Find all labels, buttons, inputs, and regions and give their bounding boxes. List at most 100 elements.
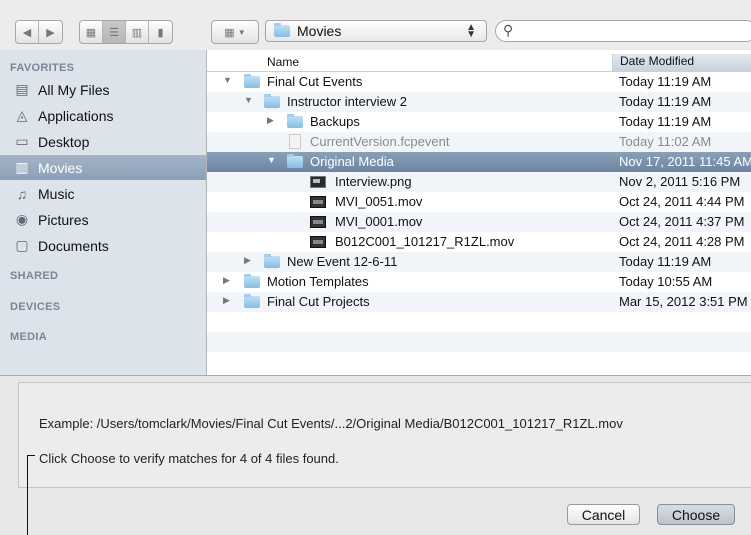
arrange-icon: ▦ [224, 26, 235, 39]
sidebar-item-all-my-files[interactable]: ▤ All My Files [0, 77, 206, 102]
sidebar-item-desktop[interactable]: ▭ Desktop [0, 129, 206, 154]
list-item[interactable]: ▶ New Event 12-6-11 Today 11:19 AM [207, 252, 751, 272]
sidebar-item-music[interactable]: ♫ Music [0, 181, 206, 206]
applications-icon: ◬ [16, 107, 28, 123]
sidebar: FAVORITES ▤ All My Files ◬ Applications … [0, 50, 207, 375]
disclosure-open-icon[interactable]: ▼ [267, 155, 276, 165]
disclosure-closed-icon[interactable]: ▶ [244, 255, 251, 266]
sidebar-heading-shared[interactable]: SHARED [10, 270, 58, 282]
list-item[interactable]: ▶ Motion Templates Today 10:55 AM [207, 272, 751, 292]
search-field[interactable]: ⚲ [495, 20, 751, 42]
example-path-text: Example: /Users/tomclark/Movies/Final Cu… [39, 416, 623, 431]
movie-file-icon [310, 235, 326, 248]
list-item[interactable]: ▶ Final Cut Projects Mar 15, 2012 3:51 P… [207, 292, 751, 312]
item-name: CurrentVersion.fcpevent [310, 134, 450, 149]
sidebar-item-label: Applications [38, 107, 114, 124]
folder-icon [264, 93, 280, 108]
list-item[interactable]: MVI_0001.mov Oct 24, 2011 4:37 PM [207, 212, 751, 232]
item-date: Oct 24, 2011 4:28 PM [619, 234, 745, 249]
sidebar-item-pictures[interactable]: ◉ Pictures [0, 207, 206, 232]
search-icon: ⚲ [503, 22, 514, 38]
list-item[interactable]: ▶ Backups Today 11:19 AM [207, 112, 751, 132]
path-popup[interactable]: Movies ▲ ▼ [265, 20, 487, 42]
path-label: Movies [297, 23, 342, 39]
movie-file-icon [310, 195, 326, 208]
item-date: Oct 24, 2011 4:44 PM [619, 194, 745, 209]
choose-button[interactable]: Choose [657, 504, 735, 525]
column-header: Name Date Modified [207, 54, 751, 72]
movie-file-icon [310, 215, 326, 228]
list-item[interactable]: ▼ Original Media Nov 17, 2011 11:45 AM [207, 152, 751, 172]
sidebar-item-label: Documents [38, 237, 109, 254]
item-name: Final Cut Projects [267, 294, 370, 309]
list-empty-row [207, 312, 751, 332]
sidebar-item-documents[interactable]: ▢ Documents [0, 233, 206, 258]
disclosure-open-icon[interactable]: ▼ [244, 95, 253, 105]
arrange-button[interactable]: ▦ ▼ [212, 21, 258, 43]
item-date: Today 11:19 AM [619, 114, 712, 129]
forward-arrow-icon: ▶ [46, 26, 55, 39]
list-item[interactable]: CurrentVersion.fcpevent Today 11:02 AM [207, 132, 751, 152]
back-forward-buttons: ◀ ▶ [15, 20, 63, 44]
back-button[interactable]: ◀ [16, 21, 39, 43]
folder-icon [264, 253, 280, 268]
coverflow-view-button[interactable]: ▮ [149, 21, 172, 43]
forward-button[interactable]: ▶ [39, 21, 62, 43]
date-modified-column-header[interactable]: Date Modified [612, 54, 751, 71]
list-view-button[interactable]: ☰ [103, 21, 126, 43]
item-name: Interview.png [335, 174, 412, 189]
folder-icon [287, 153, 303, 168]
list-item[interactable]: B012C001_101217_R1ZL.mov Oct 24, 2011 4:… [207, 232, 751, 252]
list-item[interactable]: ▼ Final Cut Events Today 11:19 AM [207, 72, 751, 92]
sidebar-item-applications[interactable]: ◬ Applications [0, 103, 206, 128]
toolbar: ◀ ▶ ▦ ☰ ▥ ▮ ▦ ▼ Movies ▲ ▼ ⚲ [0, 0, 751, 50]
column-view-icon: ▥ [131, 26, 143, 39]
folder-icon [244, 73, 260, 88]
item-name: Final Cut Events [267, 74, 363, 89]
image-file-icon [310, 175, 326, 188]
arrange-button-group: ▦ ▼ [211, 20, 259, 44]
item-name: MVI_0001.mov [335, 214, 423, 229]
documents-icon: ▢ [15, 237, 29, 253]
sidebar-heading-media[interactable]: MEDIA [10, 331, 47, 343]
list-item[interactable]: Interview.png Nov 2, 2011 5:16 PM [207, 172, 751, 192]
updown-arrows-icon: ▲ ▼ [466, 22, 476, 40]
disclosure-closed-icon[interactable]: ▶ [267, 115, 274, 126]
sidebar-item-label: Music [38, 185, 75, 202]
back-arrow-icon: ◀ [22, 26, 32, 39]
icon-view-button[interactable]: ▦ [80, 21, 103, 43]
item-name: B012C001_101217_R1ZL.mov [335, 234, 515, 249]
list-empty-row [207, 352, 751, 372]
item-name: Backups [310, 114, 360, 129]
item-name: Instructor interview 2 [287, 94, 407, 109]
sidebar-heading-devices[interactable]: DEVICES [10, 301, 60, 313]
accessory-panel: Example: /Users/tomclark/Movies/Final Cu… [18, 382, 751, 488]
disclosure-closed-icon[interactable]: ▶ [223, 275, 230, 286]
column-view-button[interactable]: ▥ [126, 21, 149, 43]
list-item[interactable]: MVI_0051.mov Oct 24, 2011 4:44 PM [207, 192, 751, 212]
disclosure-closed-icon[interactable]: ▶ [223, 295, 230, 306]
all-files-icon: ▤ [15, 81, 29, 97]
folder-icon [287, 113, 303, 128]
chevron-down-icon: ▼ [237, 27, 246, 37]
item-date: Nov 2, 2011 5:16 PM [619, 174, 741, 189]
file-list: Name Date Modified ▼ Final Cut Events To… [207, 50, 751, 375]
item-date: Today 11:02 AM [619, 134, 712, 149]
item-name: Motion Templates [267, 274, 369, 289]
item-name: MVI_0051.mov [335, 194, 423, 209]
folder-icon [244, 273, 260, 288]
name-column-header[interactable]: Name [267, 55, 299, 69]
item-date: Oct 24, 2011 4:37 PM [619, 214, 745, 229]
item-date: Today 11:19 AM [619, 94, 712, 109]
list-item[interactable]: ▼ Instructor interview 2 Today 11:19 AM [207, 92, 751, 112]
item-date: Today 11:19 AM [619, 74, 712, 89]
item-name: New Event 12-6-11 [287, 254, 398, 269]
sidebar-item-movies[interactable]: ▥ Movies [0, 155, 206, 180]
desktop-icon: ▭ [15, 133, 29, 149]
disclosure-open-icon[interactable]: ▼ [223, 75, 232, 85]
camera-icon: ◉ [15, 211, 29, 227]
verify-matches-text: Click Choose to verify matches for 4 of … [39, 451, 339, 466]
cancel-button[interactable]: Cancel [567, 504, 640, 525]
movies-icon: ▥ [15, 159, 29, 175]
sidebar-heading-favorites: FAVORITES [10, 62, 75, 74]
